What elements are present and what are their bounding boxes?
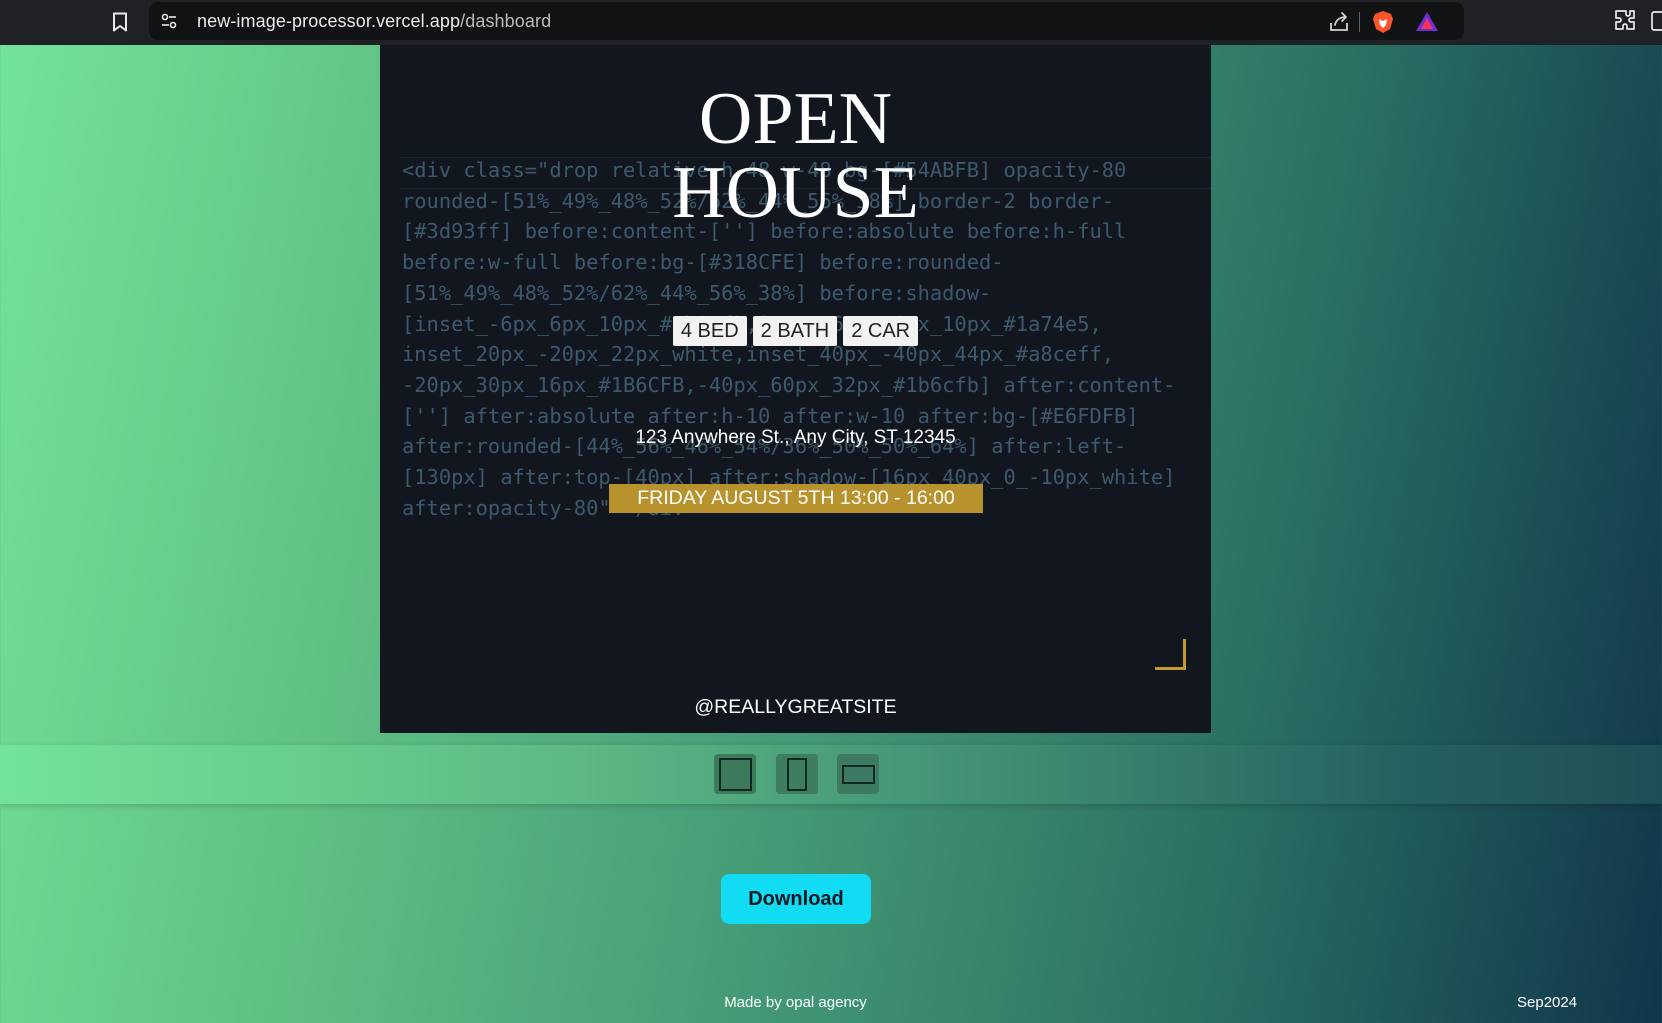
property-address: 123 Anywhere St., Any City, ST 12345	[635, 427, 956, 448]
share-icon[interactable]	[1327, 10, 1351, 34]
event-date-banner: FRIDAY AUGUST 5TH 13:00 - 16:00	[609, 484, 983, 513]
sidebar-icon[interactable]	[1650, 9, 1662, 33]
corner-decoration-icon	[1155, 639, 1186, 670]
square-icon	[718, 757, 752, 791]
bookmark-icon[interactable]	[108, 10, 132, 34]
feature-badge-car: 2 CAR	[843, 316, 919, 346]
omnibox-separator	[1359, 12, 1360, 32]
url-text[interactable]: new-image-processor.vercel.app/dashboard	[197, 11, 551, 32]
poster-preview: <div class="drop relative h-48 w-48 bg-[…	[380, 45, 1211, 733]
footer-date: Sep2024	[1517, 994, 1578, 1011]
title-line-1: OPEN	[698, 78, 893, 160]
portrait-icon	[787, 757, 807, 791]
site-info-icon[interactable]	[159, 11, 179, 31]
aspect-portrait-button[interactable]	[776, 754, 818, 794]
download-button[interactable]: Download	[721, 874, 871, 924]
feature-badge-bath: 2 BATH	[752, 316, 838, 346]
poster-title: OPEN HOUSE	[380, 82, 1211, 230]
aspect-ratio-selector	[0, 745, 1662, 804]
aspect-landscape-button[interactable]	[837, 754, 879, 794]
site-handle: @REALLYGREATSITE	[694, 696, 897, 718]
brave-shields-icon[interactable]	[1370, 9, 1396, 35]
url-host: new-image-processor.vercel.app	[197, 11, 461, 31]
feature-badge-bed: 4 BED	[672, 316, 747, 346]
url-path: /dashboard	[460, 11, 552, 31]
feature-badges: 4 BED 2 BATH 2 CAR	[380, 316, 1211, 346]
extensions-icon[interactable]	[1613, 8, 1641, 34]
aspect-square-button[interactable]	[714, 754, 756, 794]
address-bar[interactable]: new-image-processor.vercel.app/dashboard	[149, 2, 1464, 40]
footer-credit: Made by opal agency	[724, 994, 867, 1011]
browser-toolbar: new-image-processor.vercel.app/dashboard	[0, 0, 1662, 45]
title-line-2: HOUSE	[672, 152, 919, 234]
landscape-icon	[841, 764, 875, 784]
brave-rewards-icon[interactable]	[1414, 10, 1440, 34]
